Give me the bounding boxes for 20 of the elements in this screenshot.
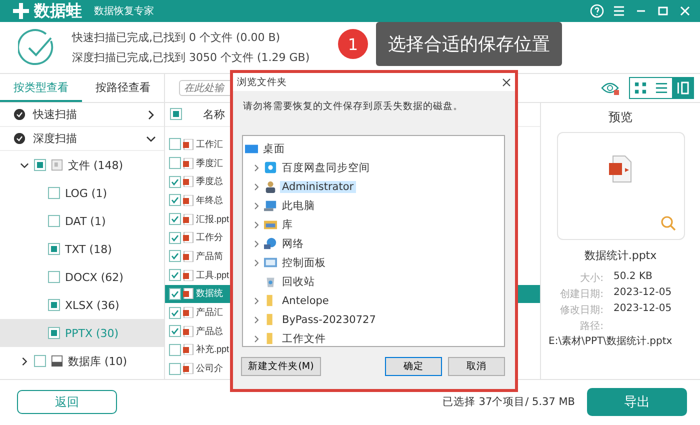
dialog-title: 浏览文件夹 (237, 76, 287, 88)
app-name: 数据蛙 (34, 0, 82, 22)
column-header: 名称 (203, 106, 225, 122)
detail-value: 50.2 KB (614, 271, 654, 284)
detail-label: 大小: (579, 272, 604, 285)
preview-title: 预览 (608, 109, 632, 126)
step-badge: 1 (338, 29, 368, 59)
scan-status-text: 快速扫描已完成,已找到 0 个文件 (0.00 B) (72, 30, 282, 45)
detail-label: 路径: (579, 320, 604, 333)
file-path: E:\素材\PPT\数据统计.pptx (548, 334, 674, 348)
tooltip: 选择合适的保存位置 (376, 22, 562, 66)
scan-status-text: 深度扫描已完成,已找到 3050 个文件 (1.29 GB) (72, 50, 310, 65)
detail-value: 2023-12-05 (614, 287, 673, 300)
detail-label: 修改日期: (559, 304, 604, 317)
app-subtitle: 数据恢复专家 (94, 4, 154, 18)
dialog-message: 请勿将需要恢复的文件保存到原丢失数据的磁盘。 (242, 100, 464, 113)
preview-file-name: 数据统计.pptx (584, 248, 657, 263)
detail-label: 创建日期: (559, 288, 604, 301)
detail-value: 2023-12-05 (614, 303, 673, 316)
selection-summary: 已选择 37个项目/ 5.37 MB (442, 395, 575, 409)
